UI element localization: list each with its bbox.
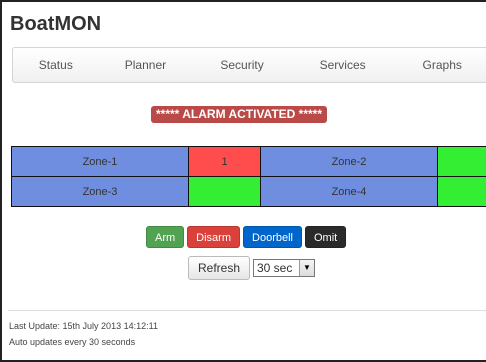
zone-1-status: 1: [188, 146, 261, 177]
zone-2-status: [437, 146, 486, 177]
chevron-down-icon[interactable]: ▼: [299, 260, 314, 276]
disarm-button[interactable]: Disarm: [187, 226, 241, 248]
table-row: Zone-3 Zone-4: [11, 176, 486, 207]
nav-tab-graphs[interactable]: Graphs: [393, 48, 486, 82]
table-row: Zone-1 1 Zone-2: [11, 146, 486, 177]
zone-4-name: Zone-4: [260, 176, 438, 207]
refresh-interval-value: 30 sec: [257, 261, 293, 275]
app-title: BoatMON: [10, 13, 102, 35]
nav-tab-planner[interactable]: Planner: [99, 48, 193, 82]
security-action-buttons: Arm Disarm Doorbell Omit: [146, 226, 349, 248]
nav-tab-status[interactable]: Status: [13, 48, 99, 82]
refresh-button[interactable]: Refresh: [188, 256, 251, 280]
footer: Last Update: 15th July 2013 14:12:11 Aut…: [9, 318, 158, 350]
zone-status-table: Zone-1 1 Zone-2 Zone-3 Zone-4: [11, 146, 486, 207]
nav-tab-security[interactable]: Security: [192, 48, 292, 82]
zone-3-status: [188, 176, 261, 207]
alarm-status-badge: ***** ALARM ACTIVATED *****: [151, 106, 328, 123]
auto-update-text: Auto updates every 30 seconds: [9, 337, 136, 347]
zone-2-name: Zone-2: [260, 146, 438, 177]
doorbell-button[interactable]: Doorbell: [243, 226, 302, 248]
nav-bar: Status Planner Security Services Graphs: [12, 47, 486, 83]
zone-4-status: [437, 176, 486, 207]
nav-tab-services[interactable]: Services: [292, 48, 394, 82]
last-update-text: Last Update: 15th July 2013 14:12:11: [9, 321, 158, 331]
arm-button[interactable]: Arm: [146, 226, 185, 248]
footer-divider: [8, 310, 486, 311]
zone-3-name: Zone-3: [11, 176, 189, 207]
refresh-interval-select[interactable]: 30 sec ▼: [253, 259, 315, 277]
zone-1-name: Zone-1: [11, 146, 189, 177]
omit-button[interactable]: Omit: [304, 226, 347, 248]
